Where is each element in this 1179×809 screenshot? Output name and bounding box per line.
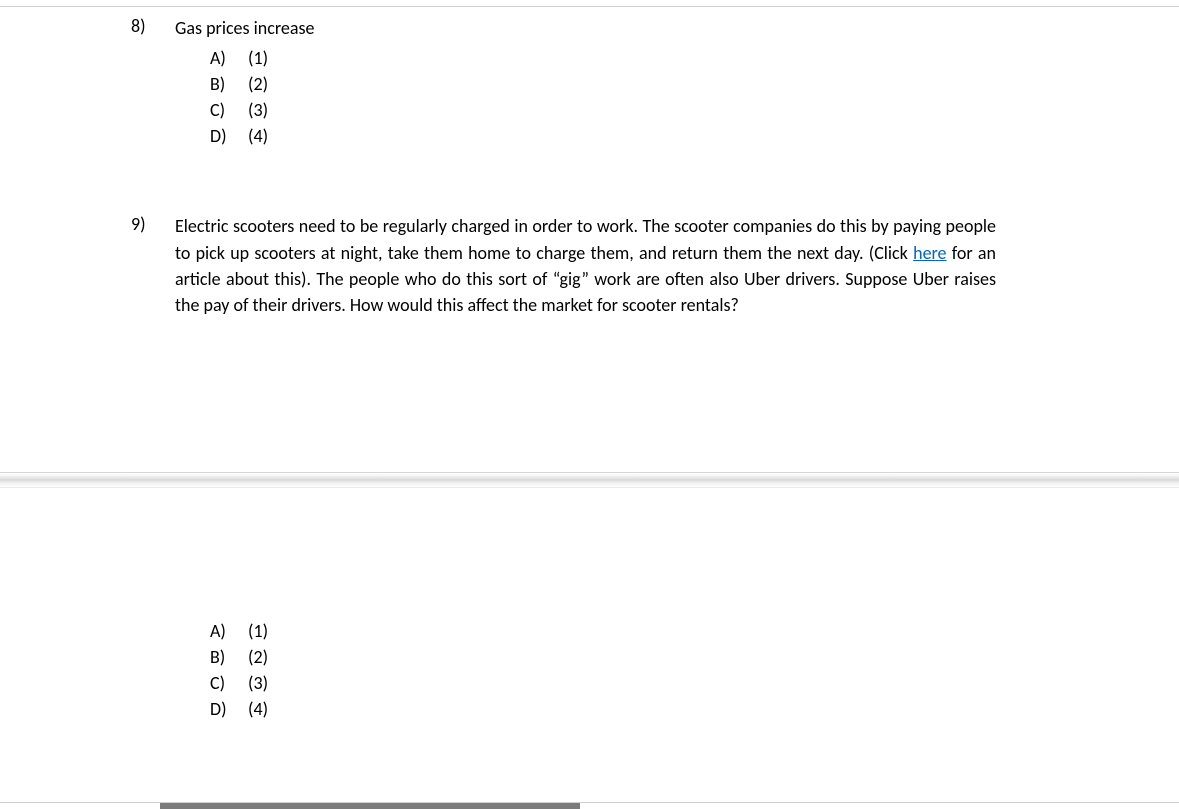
option-row: D) (4) [210, 123, 996, 149]
question-body: Gas prices increase A) (1) B) (2) C) (3)… [175, 15, 996, 149]
question-text: Electric scooters need to be regularly c… [175, 213, 996, 317]
option-row: A) (1) [210, 618, 996, 644]
question-body: Electric scooters need to be regularly c… [175, 213, 996, 722]
option-letter: D) [210, 696, 248, 722]
option-letter: C) [210, 97, 248, 123]
option-value: (2) [248, 644, 268, 670]
option-letter: B) [210, 71, 248, 97]
option-row: C) (3) [210, 670, 996, 696]
question-number: 9) [131, 213, 175, 235]
option-value: (1) [248, 45, 268, 71]
question-9: 9) Electric scooters need to be regularl… [131, 213, 996, 722]
option-letter: C) [210, 670, 248, 696]
question-8: 8) Gas prices increase A) (1) B) (2) C) … [131, 15, 996, 149]
horizontal-scrollbar-thumb[interactable] [160, 803, 580, 809]
option-letter: B) [210, 644, 248, 670]
option-row: C) (3) [210, 97, 996, 123]
option-letter: A) [210, 618, 248, 644]
option-letter: A) [210, 45, 248, 71]
question-number: 8) [131, 15, 175, 37]
document-page: 8) Gas prices increase A) (1) B) (2) C) … [131, 15, 996, 728]
option-value: (4) [248, 123, 268, 149]
question-options: A) (1) B) (2) C) (3) D) (4) [210, 618, 996, 722]
option-letter: D) [210, 123, 248, 149]
article-link[interactable]: here [913, 242, 946, 264]
option-row: A) (1) [210, 45, 996, 71]
option-value: (3) [248, 97, 268, 123]
option-row: B) (2) [210, 644, 996, 670]
page-break-gap [0, 472, 1179, 488]
option-row: D) (4) [210, 696, 996, 722]
question-options: A) (1) B) (2) C) (3) D) (4) [210, 45, 996, 149]
option-value: (2) [248, 71, 268, 97]
option-row: B) (2) [210, 71, 996, 97]
top-border-rule [0, 6, 1179, 7]
option-value: (4) [248, 696, 268, 722]
question-text: Gas prices increase [175, 15, 996, 41]
option-value: (3) [248, 670, 268, 696]
option-value: (1) [248, 618, 268, 644]
question-text-before-link: Electric scooters need to be regularly c… [175, 215, 996, 263]
